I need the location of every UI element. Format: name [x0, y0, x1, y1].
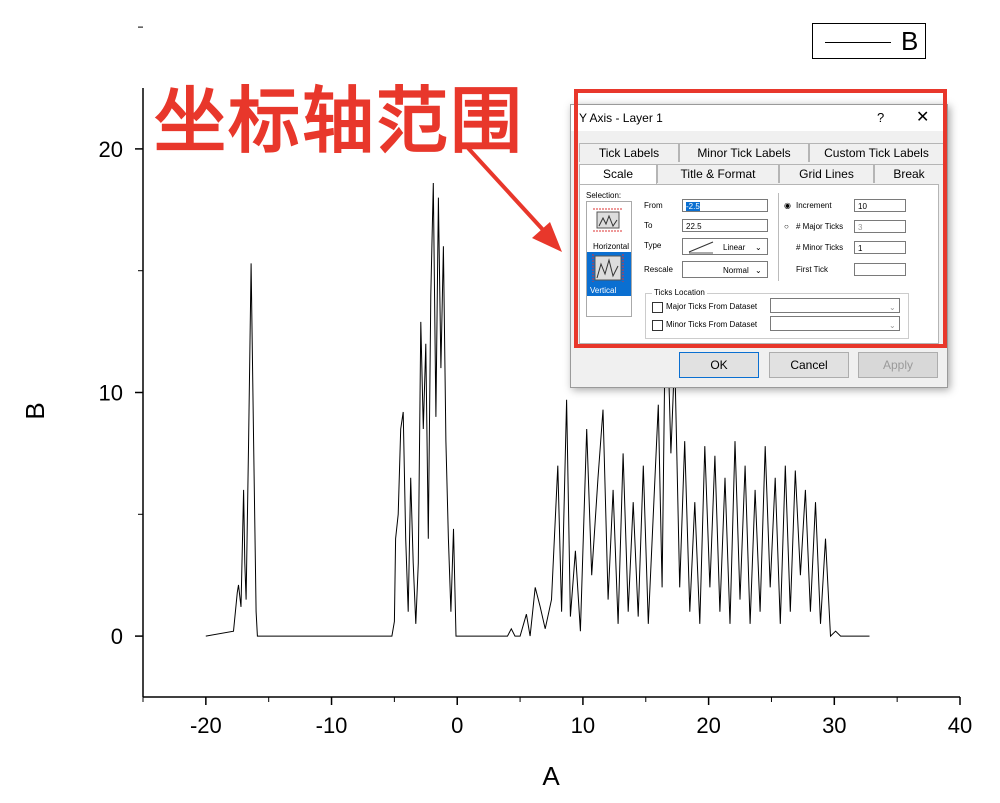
from-value: -2.5: [686, 202, 700, 211]
major-ticks-radio[interactable]: ○: [784, 222, 789, 231]
increment-input[interactable]: 10: [854, 199, 906, 212]
cancel-button[interactable]: Cancel: [769, 352, 849, 378]
tab-break[interactable]: Break: [874, 164, 944, 183]
x-tick-label: 30: [822, 713, 846, 738]
rescale-select[interactable]: Normal ⌄: [682, 261, 768, 278]
first-tick-label: First Tick: [796, 265, 828, 274]
x-tick-label: 10: [571, 713, 595, 738]
minor-dataset-select[interactable]: ⌄: [770, 316, 900, 331]
legend: B: [812, 23, 926, 59]
vertical-axis-option[interactable]: Vertical: [587, 252, 631, 296]
ok-button[interactable]: OK: [679, 352, 759, 378]
from-label: From: [644, 201, 663, 210]
dialog-titlebar[interactable]: Y Axis - Layer 1 ? ✕: [571, 105, 947, 131]
x-tick-label: 20: [696, 713, 720, 738]
chevron-down-icon: ⌄: [755, 266, 762, 275]
tab-grid-lines[interactable]: Grid Lines: [779, 164, 874, 183]
to-label: To: [644, 221, 653, 230]
tab-tick-labels[interactable]: Tick Labels: [579, 143, 679, 162]
help-button[interactable]: ?: [877, 110, 884, 125]
type-label: Type: [644, 241, 662, 250]
increment-radio[interactable]: ◉: [784, 201, 791, 210]
vertical-label: Vertical: [590, 286, 617, 295]
minor-from-dataset-label: Minor Ticks From Dataset: [666, 320, 758, 329]
major-ticks-label: # Major Ticks: [796, 222, 844, 231]
to-input[interactable]: 22.5: [682, 219, 768, 232]
y-tick-label: 20: [99, 137, 123, 162]
dialog-title: Y Axis - Layer 1: [579, 111, 663, 125]
y-axis-dialog: Y Axis - Layer 1 ? ✕ Tick Labels Minor T…: [570, 104, 948, 388]
chevron-down-icon: ⌄: [889, 321, 896, 330]
ticks-location-label: Ticks Location: [652, 288, 707, 297]
horizontal-label: Horizontal: [593, 242, 630, 251]
x-tick-label: -20: [190, 713, 222, 738]
chevron-down-icon: ⌄: [755, 243, 762, 252]
x-tick-label: -10: [316, 713, 348, 738]
x-tick-label: 40: [948, 713, 972, 738]
legend-line-sample: [825, 42, 891, 43]
annotation-text: 坐标轴范围: [154, 79, 525, 163]
linear-scale-icon: [688, 241, 714, 254]
selection-list[interactable]: Horizontal Vertical: [586, 201, 632, 317]
tab-title-format[interactable]: Title & Format: [657, 164, 779, 183]
tab-minor-tick-labels[interactable]: Minor Tick Labels: [679, 143, 809, 162]
major-ticks-input[interactable]: 3: [854, 220, 906, 233]
x-axis-label: A: [542, 761, 560, 791]
y-tick-label: 10: [99, 381, 123, 406]
x-tick-label: 0: [451, 713, 463, 738]
rescale-label: Rescale: [644, 265, 673, 274]
tab-scale[interactable]: Scale: [579, 164, 657, 185]
from-input[interactable]: -2.5: [682, 199, 768, 212]
minor-from-dataset-checkbox[interactable]: [652, 320, 663, 331]
major-from-dataset-label: Major Ticks From Dataset: [666, 302, 758, 311]
tab-custom-tick-labels[interactable]: Custom Tick Labels: [809, 143, 944, 162]
scale-panel: Selection: Horizontal Vertical From -2.5…: [579, 184, 939, 344]
legend-label: B: [901, 26, 919, 56]
minor-ticks-label: # Minor Ticks: [796, 243, 844, 252]
minor-ticks-input[interactable]: 1: [854, 241, 906, 254]
major-dataset-select[interactable]: ⌄: [770, 298, 900, 313]
horizontal-axis-option[interactable]: Horizontal: [591, 206, 629, 251]
close-button[interactable]: ✕: [916, 107, 929, 127]
selection-label: Selection:: [586, 191, 622, 200]
type-select[interactable]: Linear ⌄: [682, 238, 768, 255]
ticks-location-group: Ticks Location Major Ticks From Dataset …: [645, 288, 909, 339]
divider: [778, 193, 779, 281]
type-value: Linear: [723, 243, 746, 252]
chevron-down-icon: ⌄: [889, 303, 896, 312]
major-from-dataset-checkbox[interactable]: [652, 302, 663, 313]
apply-button[interactable]: Apply: [858, 352, 938, 378]
vertical-axis-icon: [592, 254, 624, 282]
horizontal-axis-icon: [593, 208, 623, 232]
y-axis-label: B: [20, 402, 50, 419]
increment-label: Increment: [796, 201, 832, 210]
first-tick-input[interactable]: [854, 263, 906, 276]
y-tick-label: 0: [111, 624, 123, 649]
rescale-value: Normal: [723, 266, 749, 275]
